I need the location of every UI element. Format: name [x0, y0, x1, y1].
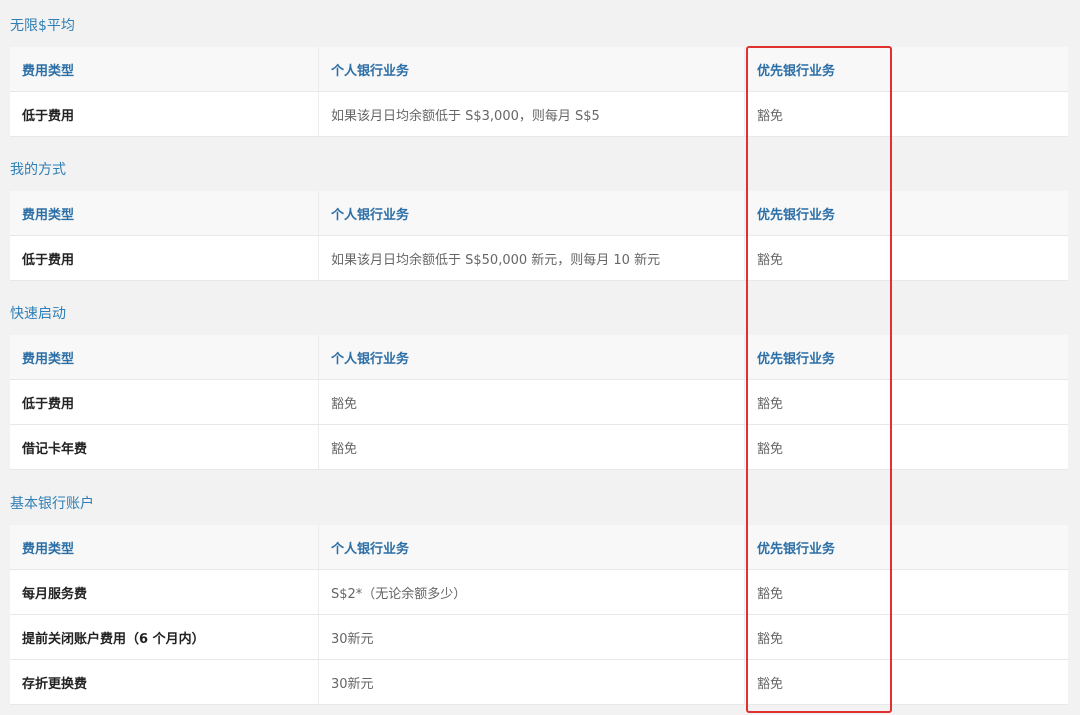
table-header-row: 费用类型 个人银行业务 优先银行业务	[10, 191, 1068, 236]
personal-banking-cell: 豁免	[318, 425, 744, 469]
table-row: 每月服务费 S$2*（无论余额多少） 豁免	[10, 570, 1068, 615]
table-row: 低于费用 如果该月日均余额低于 S$3,000，则每月 S$5 豁免	[10, 92, 1068, 137]
fee-type-cell: 低于费用	[22, 108, 75, 124]
fee-type-cell: 低于费用	[22, 252, 75, 268]
priority-banking-cell: 豁免	[744, 425, 1068, 469]
table-row: 借记卡年费 豁免 豁免	[10, 425, 1068, 470]
fee-table: 费用类型 个人银行业务 优先银行业务 每月服务费 S$2*（无论余额多少） 豁免…	[10, 525, 1068, 705]
table-row: 低于费用 豁免 豁免	[10, 380, 1068, 425]
header-priority-banking: 优先银行业务	[744, 525, 1068, 569]
table-row: 提前关闭账户费用（6 个月内） 30新元 豁免	[10, 615, 1068, 660]
fee-type-cell: 每月服务费	[22, 586, 88, 602]
header-priority-banking: 优先银行业务	[744, 191, 1068, 235]
header-personal-banking: 个人银行业务	[318, 47, 744, 91]
priority-banking-cell: 豁免	[744, 570, 1068, 614]
section-title: 无限$平均	[10, 18, 75, 34]
header-personal-banking: 个人银行业务	[318, 191, 744, 235]
personal-banking-cell: 如果该月日均余额低于 S$3,000，则每月 S$5	[318, 92, 744, 136]
table-row: 低于费用 如果该月日均余额低于 S$50,000 新元，则每月 10 新元 豁免	[10, 236, 1068, 281]
fee-type-cell: 提前关闭账户费用（6 个月内）	[22, 631, 205, 647]
header-priority-banking: 优先银行业务	[744, 335, 1068, 379]
fee-table: 费用类型 个人银行业务 优先银行业务 低于费用 豁免 豁免 借记卡年费 豁免 豁…	[10, 335, 1068, 470]
header-personal-banking: 个人银行业务	[318, 335, 744, 379]
personal-banking-cell: 如果该月日均余额低于 S$50,000 新元，则每月 10 新元	[318, 236, 744, 280]
table-header-row: 费用类型 个人银行业务 优先银行业务	[10, 47, 1068, 92]
personal-banking-cell: 30新元	[318, 615, 744, 659]
section-title: 基本银行账户	[10, 496, 94, 512]
header-fee-type: 费用类型	[22, 541, 75, 557]
table-header-row: 费用类型 个人银行业务 优先银行业务	[10, 525, 1068, 570]
fee-type-cell: 低于费用	[22, 396, 75, 412]
priority-banking-cell: 豁免	[744, 92, 1068, 136]
header-personal-banking: 个人银行业务	[318, 525, 744, 569]
header-fee-type: 费用类型	[22, 351, 75, 367]
priority-banking-cell: 豁免	[744, 660, 1068, 704]
personal-banking-cell: S$2*（无论余额多少）	[318, 570, 744, 614]
header-priority-banking: 优先银行业务	[744, 47, 1068, 91]
section-title: 快速启动	[10, 306, 66, 322]
table-row: 存折更换费 30新元 豁免	[10, 660, 1068, 705]
fee-type-cell: 借记卡年费	[22, 441, 88, 457]
fee-table: 费用类型 个人银行业务 优先银行业务 低于费用 如果该月日均余额低于 S$3,0…	[10, 47, 1068, 137]
fee-type-cell: 存折更换费	[22, 676, 88, 692]
priority-banking-cell: 豁免	[744, 236, 1068, 280]
priority-banking-cell: 豁免	[744, 380, 1068, 424]
header-fee-type: 费用类型	[22, 207, 75, 223]
header-fee-type: 费用类型	[22, 63, 75, 79]
personal-banking-cell: 豁免	[318, 380, 744, 424]
priority-banking-cell: 豁免	[744, 615, 1068, 659]
table-header-row: 费用类型 个人银行业务 优先银行业务	[10, 335, 1068, 380]
personal-banking-cell: 30新元	[318, 660, 744, 704]
fee-table: 费用类型 个人银行业务 优先银行业务 低于费用 如果该月日均余额低于 S$50,…	[10, 191, 1068, 281]
section-title: 我的方式	[10, 162, 66, 178]
